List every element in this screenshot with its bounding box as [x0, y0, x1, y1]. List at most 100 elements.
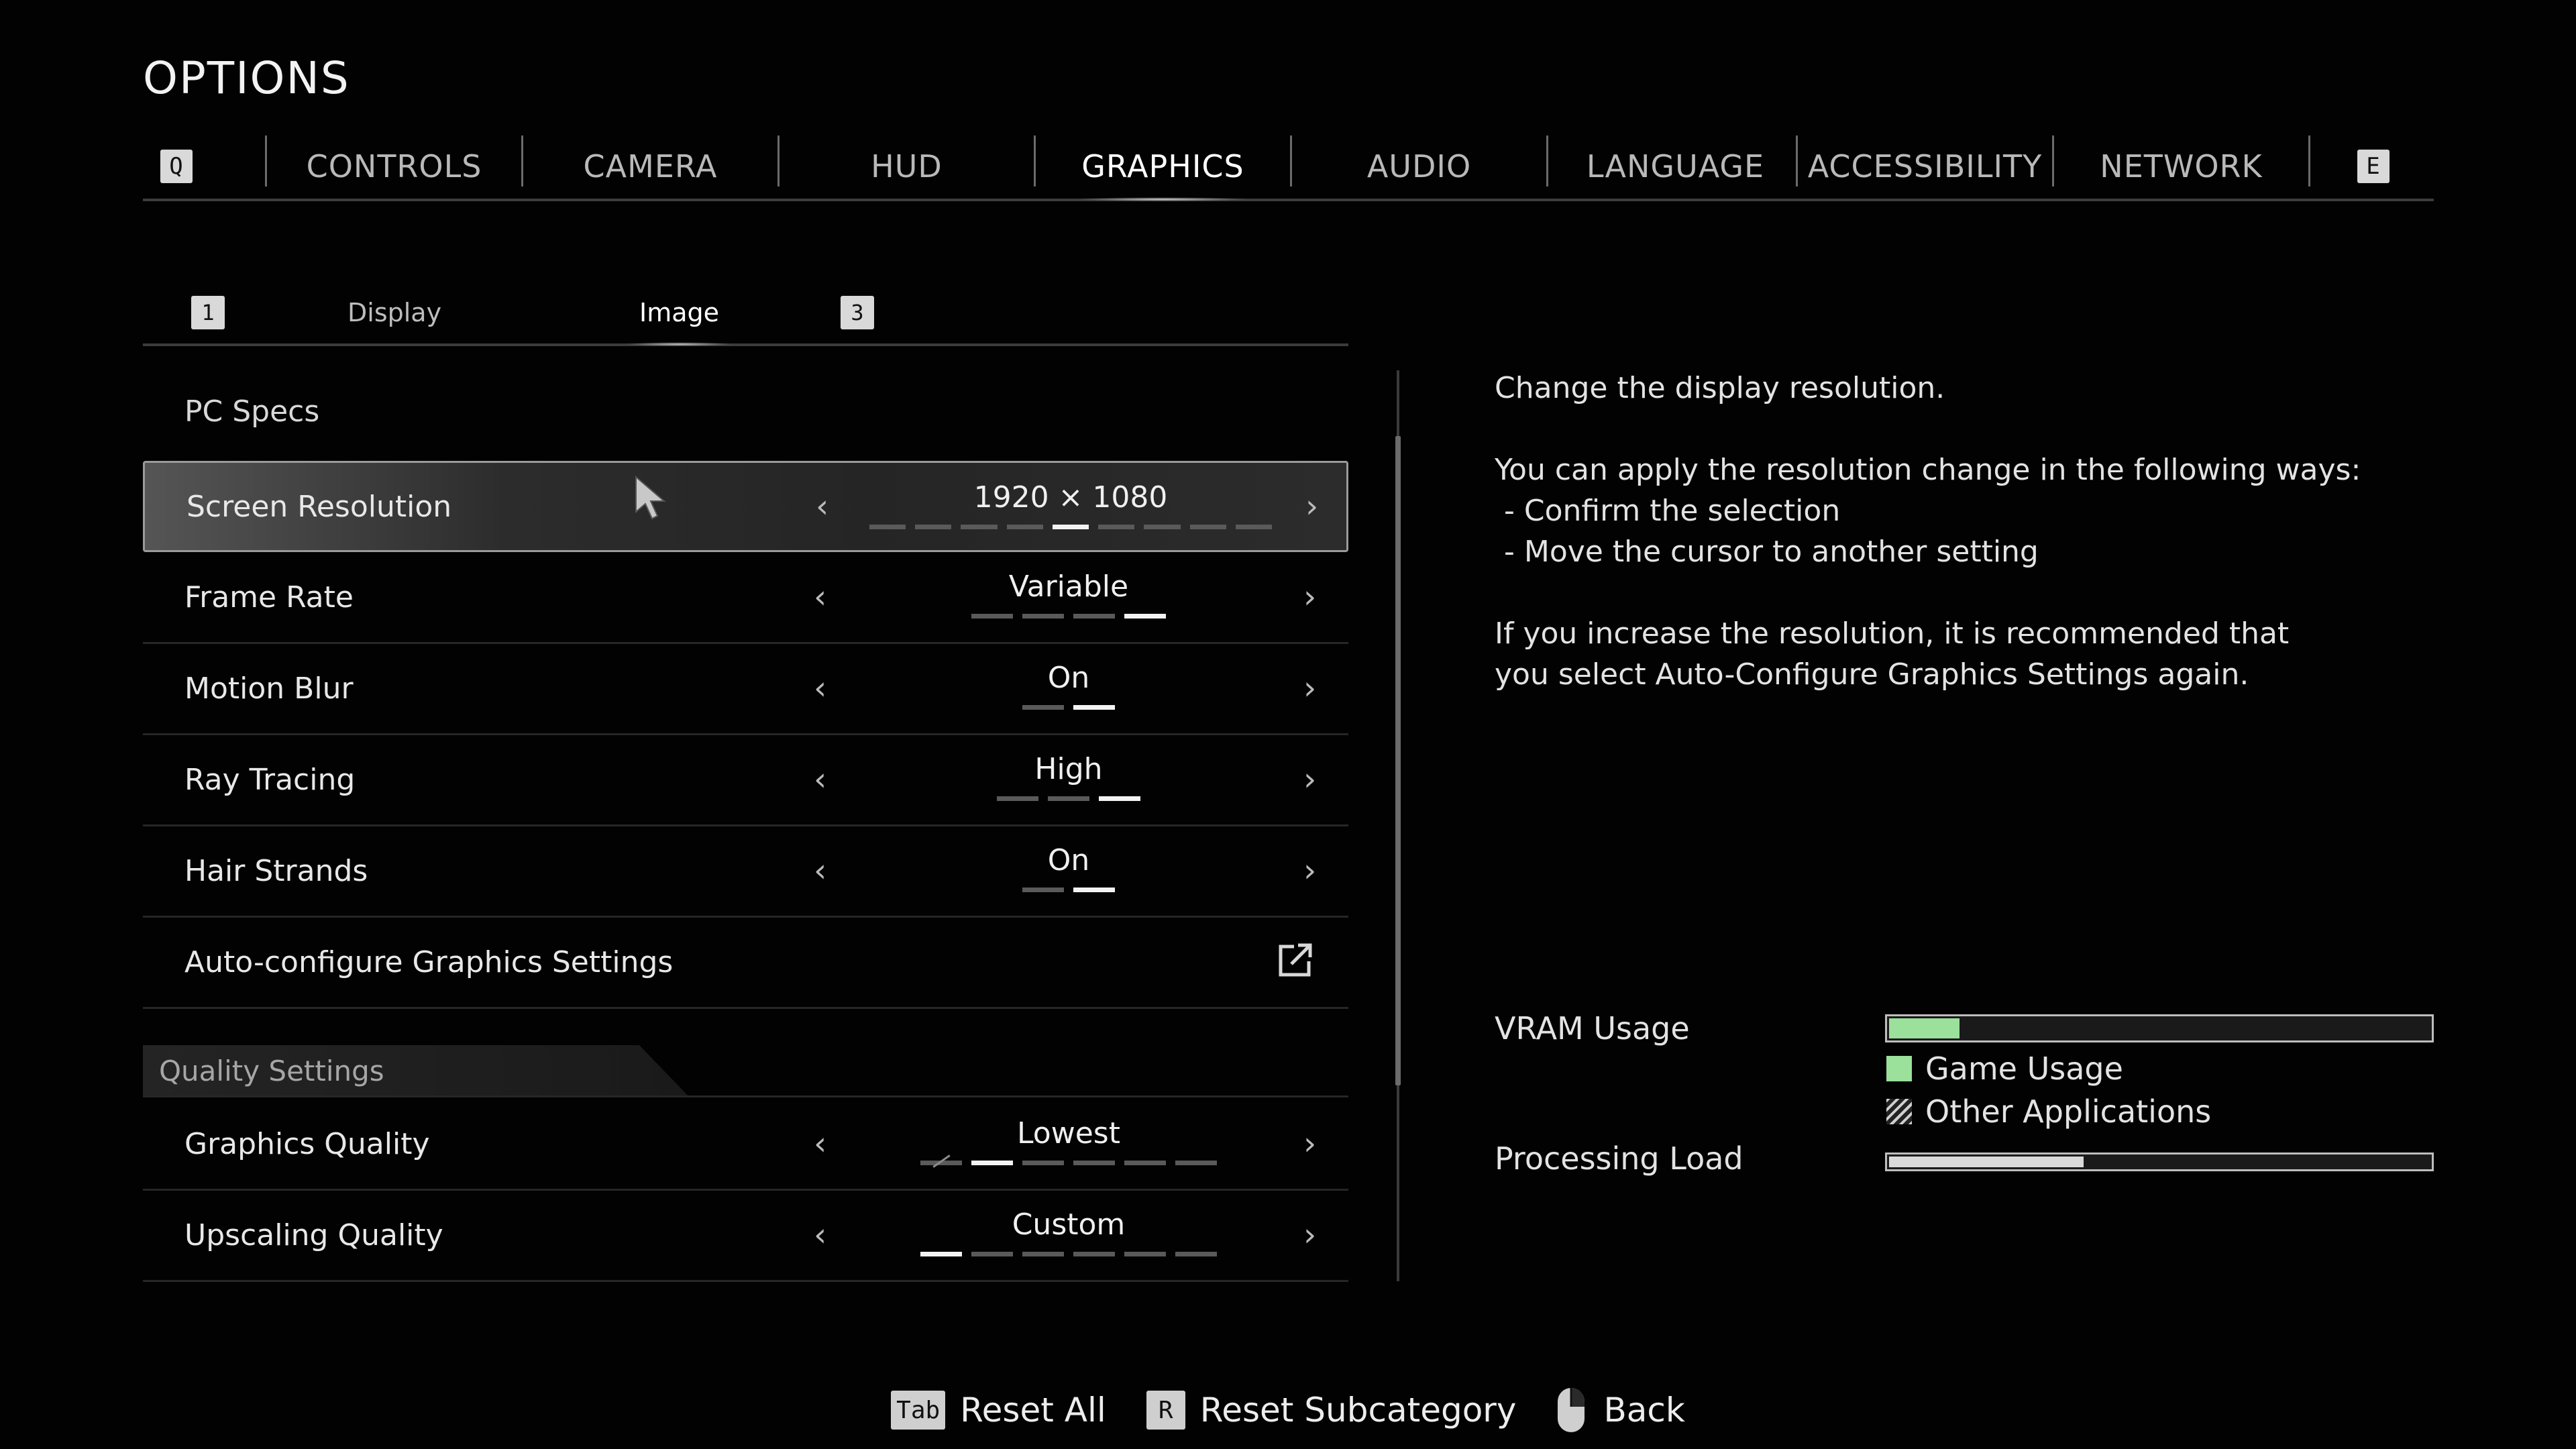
chevron-left-icon[interactable]: ‹ [814, 552, 826, 642]
legend-label: Game Usage [1925, 1051, 2123, 1087]
step-tick-disabled [920, 1161, 962, 1165]
legend-other-applications: Other Applications [1886, 1093, 2211, 1130]
step-indicator [867, 1161, 1270, 1165]
setting-value: Variable [1008, 570, 1129, 604]
reset-all-label: Reset All [960, 1391, 1106, 1430]
step-tick [1175, 1161, 1217, 1165]
top-tab-bar: Q CONTROLS CAMERA HUD GRAPHICS AUDIO LAN… [143, 134, 2434, 201]
step-tick [1022, 614, 1064, 619]
setting-ray-tracing[interactable]: Ray Tracing ‹ High › [143, 735, 1348, 826]
setting-value: On [1047, 661, 1090, 695]
step-tick [1022, 705, 1064, 710]
r-key-icon: R [1146, 1391, 1185, 1430]
reset-all-button[interactable]: Tab Reset All [891, 1391, 1106, 1430]
setting-label: Hair Strands [184, 853, 368, 888]
step-tick [915, 525, 952, 529]
key-3-icon: 3 [841, 296, 874, 329]
footer-prompts: Tab Reset All R Reset Subcategory Back [0, 1383, 2576, 1437]
step-indicator [867, 796, 1270, 801]
setting-value: High [1034, 752, 1103, 786]
description-text: Change the display resolution. [1495, 371, 1945, 405]
vram-usage-bar [1885, 1014, 2434, 1042]
description-bullet: - Confirm the selection [1495, 494, 1841, 528]
step-tick [961, 525, 998, 529]
setting-frame-rate[interactable]: Frame Rate ‹ Variable › [143, 552, 1348, 644]
subtab-image[interactable]: Image [625, 282, 733, 346]
chevron-right-icon[interactable]: › [1303, 1099, 1316, 1189]
chevron-right-icon[interactable]: › [1303, 552, 1316, 642]
setting-label: Graphics Quality [184, 1126, 430, 1161]
step-tick [1189, 525, 1226, 529]
subtab-prev-key[interactable]: 1 [191, 282, 225, 343]
setting-graphics-quality[interactable]: Graphics Quality ‹ Lowest › [143, 1099, 1348, 1191]
pc-specs-link[interactable]: PC Specs [184, 394, 319, 429]
sub-tab-bar: 1 Display Image 3 [143, 282, 1348, 346]
setting-value: 1920 × 1080 [973, 480, 1168, 515]
game-usage-swatch [1886, 1056, 1912, 1081]
tab-network[interactable]: NETWORK [2054, 134, 2308, 199]
step-tick [1073, 1161, 1115, 1165]
tab-divider [2308, 136, 2310, 186]
chevron-right-icon[interactable]: › [1303, 643, 1316, 733]
step-tick [1022, 1161, 1064, 1165]
setting-value: Custom [1012, 1208, 1126, 1242]
tab-controls[interactable]: CONTROLS [267, 134, 521, 199]
step-tick [869, 525, 906, 529]
chevron-left-icon[interactable]: ‹ [814, 1099, 826, 1189]
description-text: If you increase the resolution, it is re… [1495, 616, 2290, 651]
legend-label: Other Applications [1925, 1093, 2212, 1130]
tab-prev-key[interactable]: Q [143, 134, 210, 199]
chevron-right-icon[interactable]: › [1303, 735, 1316, 824]
tab-next-key[interactable]: E [2333, 134, 2414, 199]
reset-subcategory-label: Reset Subcategory [1199, 1391, 1517, 1430]
step-tick [1073, 614, 1115, 619]
tab-audio[interactable]: AUDIO [1292, 134, 1546, 199]
step-tick-active [1073, 705, 1115, 710]
tab-graphics[interactable]: GRAPHICS [1036, 134, 1290, 201]
setting-label: Screen Resolution [186, 489, 452, 524]
subtab-next-key[interactable]: 3 [841, 282, 874, 343]
tab-camera[interactable]: CAMERA [523, 134, 777, 199]
setting-hair-strands[interactable]: Hair Strands ‹ On › [143, 826, 1348, 918]
back-label: Back [1603, 1391, 1685, 1430]
processing-load-fill [1889, 1157, 2084, 1167]
step-indicator [869, 525, 1272, 529]
setting-label: Auto-configure Graphics Settings [184, 945, 674, 979]
reset-subcategory-button[interactable]: R Reset Subcategory [1146, 1391, 1517, 1430]
step-tick-active [1099, 796, 1140, 801]
divider [143, 1095, 1348, 1097]
page-title: OPTIONS [143, 52, 350, 104]
step-indicator [867, 1252, 1270, 1256]
step-tick [1048, 796, 1089, 801]
chevron-right-icon[interactable]: › [1303, 826, 1316, 916]
setting-value: On [1047, 843, 1090, 877]
step-tick [971, 614, 1013, 619]
back-button[interactable]: Back [1556, 1387, 1685, 1434]
chevron-left-icon[interactable]: ‹ [814, 643, 826, 733]
scrollbar-thumb[interactable] [1395, 436, 1401, 1085]
step-tick [1175, 1252, 1217, 1256]
step-tick [1022, 1252, 1064, 1256]
chevron-left-icon[interactable]: ‹ [814, 826, 826, 916]
mouse-cursor-icon [635, 475, 666, 520]
step-indicator [867, 888, 1270, 892]
tab-language[interactable]: LANGUAGE [1548, 134, 1803, 199]
other-applications-swatch [1886, 1099, 1912, 1124]
tab-hud[interactable]: HUD [780, 134, 1034, 199]
subtab-display[interactable]: Display [347, 282, 441, 343]
setting-label: Motion Blur [184, 671, 354, 706]
chevron-left-icon[interactable]: ‹ [814, 1190, 826, 1280]
setting-screen-resolution[interactable]: Screen Resolution ‹ 1920 × 1080 › [143, 461, 1348, 552]
chevron-right-icon[interactable]: › [1305, 463, 1318, 550]
chevron-left-icon[interactable]: ‹ [814, 735, 826, 824]
chevron-right-icon[interactable]: › [1303, 1190, 1316, 1280]
step-tick [1124, 1161, 1166, 1165]
setting-auto-configure[interactable]: Auto-configure Graphics Settings [143, 917, 1348, 1009]
setting-upscaling-quality[interactable]: Upscaling Quality ‹ Custom › [143, 1190, 1348, 1282]
chevron-left-icon[interactable]: ‹ [816, 463, 828, 550]
setting-motion-blur[interactable]: Motion Blur ‹ On › [143, 643, 1348, 735]
tab-accessibility[interactable]: ACCESSIBILITY [1798, 134, 2052, 199]
external-link-icon[interactable] [1275, 940, 1316, 980]
step-tick [1006, 525, 1043, 529]
step-indicator [867, 705, 1270, 710]
